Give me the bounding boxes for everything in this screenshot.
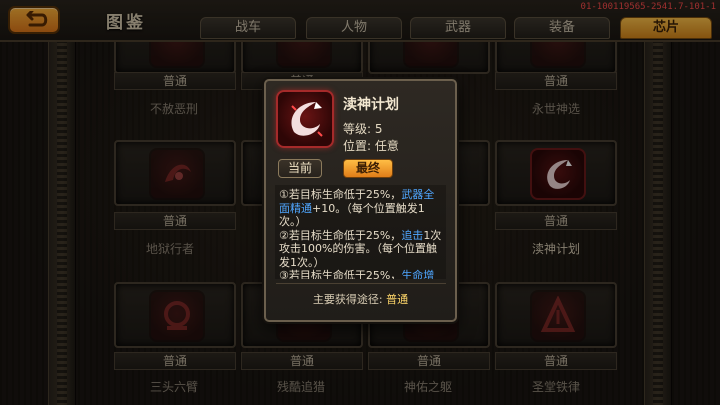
- final-level-button[interactable]: 最终: [343, 159, 393, 178]
- chip-icon: [276, 90, 334, 148]
- level-label: 等级:: [343, 122, 375, 136]
- source-label: 主要获得途径:: [312, 293, 387, 306]
- effect-line-1: ①若目标生命低于25%，武器全面精通+10。（每个位置触发1次。）: [279, 188, 435, 228]
- position-line: 位置: 任意: [343, 137, 399, 154]
- position-label: 位置:: [343, 139, 375, 153]
- effect-description[interactable]: ①若目标生命低于25%，武器全面精通+10。（每个位置触发1次。） ②若目标生命…: [275, 185, 446, 279]
- current-level-button[interactable]: 当前: [278, 159, 322, 178]
- source-value: 普通: [386, 293, 409, 306]
- chip-detail-popup: 渎神计划 等级: 5 位置: 任意 当前 最终 ①若目标生命低于25%，武器全面…: [264, 79, 457, 322]
- effect-line-2: ②若目标生命低于25%，追击1次攻击100%的伤害。（每个位置触发1次。）: [279, 228, 442, 269]
- effect-line-3: ③若目标生命低于25%，生命增: [279, 269, 442, 279]
- keyword-link[interactable]: 追击: [401, 229, 423, 242]
- level-line: 等级: 5: [343, 120, 383, 137]
- divider: [276, 283, 446, 284]
- level-value: 5: [374, 122, 383, 136]
- obtain-source: 主要获得途径: 普通: [266, 291, 455, 307]
- position-value: 任意: [374, 139, 399, 153]
- keyword-link[interactable]: 生命增: [401, 269, 434, 279]
- chip-name: 渎神计划: [343, 97, 399, 113]
